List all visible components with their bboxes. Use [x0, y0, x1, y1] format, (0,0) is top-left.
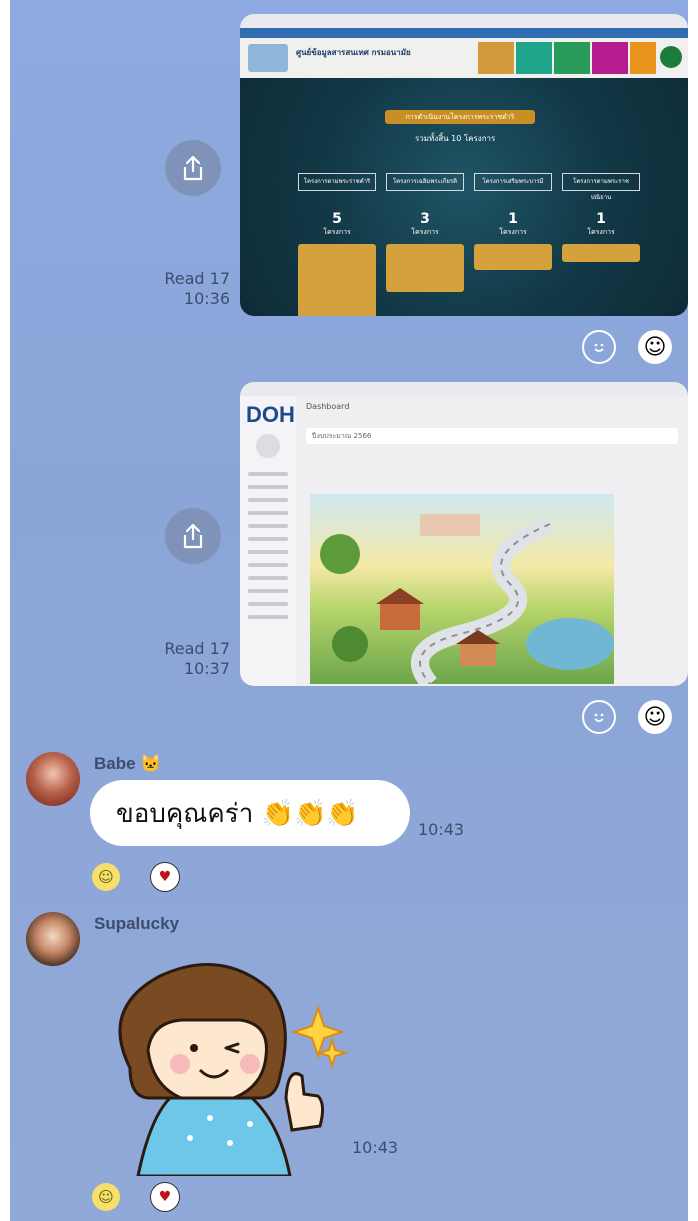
village-illustration	[320, 514, 614, 686]
header-tile	[478, 42, 514, 74]
sidebar-menu-item[interactable]	[248, 563, 288, 567]
sidebar-menu-item[interactable]	[248, 472, 288, 476]
smile-icon	[594, 713, 604, 722]
shared-image-2[interactable]: DOH Dashboard ปีงบประมาณ 2566	[240, 382, 688, 686]
reaction-row: ☺ ♥	[92, 862, 180, 892]
column-count: 1	[508, 211, 518, 227]
project-total: รวมทั้งสิ้น 10 โครงการ	[415, 134, 496, 143]
read-status: Read 17 10:37	[140, 639, 230, 679]
sidebar-menu-item[interactable]	[248, 498, 288, 502]
frame-edge-right	[688, 0, 698, 1221]
sidebar-menu-item[interactable]	[248, 550, 288, 554]
message-text: ขอบคุณคร่า 👏👏👏	[116, 798, 359, 829]
message-bubble[interactable]: ขอบคุณคร่า 👏👏👏	[90, 780, 410, 846]
dashboard-title: Dashboard	[306, 402, 350, 411]
smile-reaction-icon[interactable]: ☺	[92, 1183, 120, 1211]
health-illustration	[310, 494, 614, 686]
dashboard-banner: การดำเนินงานโครงการพระราชดำริ	[385, 110, 535, 124]
column-label: โครงการเฉลิมพระเกียรติ	[386, 173, 464, 191]
column-count: 5	[332, 211, 342, 227]
sidebar-menu-item[interactable]	[248, 485, 288, 489]
ministry-logo	[660, 46, 682, 68]
browser-bar	[240, 14, 688, 28]
sidebar-menu-item[interactable]	[248, 615, 288, 619]
dashboard-body: การดำเนินงานโครงการพระราชดำริ รวมทั้งสิ้…	[240, 78, 688, 316]
reaction-sticker-icon[interactable]: ☺	[638, 330, 672, 364]
reaction-row: ☺ ♥	[92, 1182, 180, 1212]
read-status: Read 17 10:36	[140, 269, 230, 309]
sidebar-menu-item[interactable]	[248, 511, 288, 515]
chat-area: Read 17 10:36 ศูนย์ข้อมูลสารสนเทศ กรมอนา…	[10, 0, 688, 1221]
year-select[interactable]: ปีงบประมาณ 2566	[306, 428, 678, 444]
smile-reaction-icon[interactable]: ☺	[92, 863, 120, 891]
column-label: โครงการตามพระราชดำริ	[298, 173, 376, 191]
header-tile	[592, 42, 628, 74]
column-label: โครงการตามพระราชปณิธาน	[562, 173, 640, 201]
column-count: 1	[596, 211, 606, 227]
smile-reaction-button[interactable]	[582, 700, 616, 734]
project-column: โครงการตามพระราชปณิธาน 1 โครงการ	[562, 173, 640, 262]
tongue-reaction-icon[interactable]: ♥	[150, 1182, 180, 1212]
sidebar-menu-item[interactable]	[248, 589, 288, 593]
site-nav	[240, 28, 688, 38]
browser-bar	[240, 382, 688, 396]
site-header: ศูนย์ข้อมูลสารสนเทศ กรมอนามัย	[240, 38, 688, 78]
project-column: โครงการตามพระราชดำริ 5 โครงการ	[298, 173, 376, 316]
header-tile	[554, 42, 590, 74]
message-time: 10:43	[418, 820, 465, 839]
avatar-placeholder	[256, 434, 280, 458]
doh-logo: DOH	[246, 402, 295, 427]
smile-reaction-button[interactable]	[582, 330, 616, 364]
message-time: 10:37	[183, 659, 230, 678]
avatar-supalucky[interactable]	[26, 912, 80, 966]
header-tile	[630, 42, 656, 74]
sidebar-menu-item[interactable]	[248, 576, 288, 580]
column-unit: โครงการ	[499, 228, 527, 236]
share-button[interactable]	[165, 140, 221, 196]
shared-image-1[interactable]: ศูนย์ข้อมูลสารสนเทศ กรมอนามัย การดำเนินง…	[240, 14, 688, 316]
header-tile	[516, 42, 552, 74]
column-count: 3	[420, 211, 430, 227]
frame-edge-left	[0, 0, 10, 1221]
column-unit: โครงการ	[323, 228, 351, 236]
column-unit: โครงการ	[411, 228, 439, 236]
site-title: ศูนย์ข้อมูลสารสนเทศ กรมอนามัย	[296, 48, 411, 57]
tongue-reaction-icon[interactable]: ♥	[150, 862, 180, 892]
column-unit: โครงการ	[587, 228, 615, 236]
project-card	[474, 244, 552, 270]
sidebar-menu-item[interactable]	[248, 524, 288, 528]
message-time: 10:36	[183, 289, 230, 308]
reaction-row: ☺	[582, 700, 672, 734]
sidebar-menu-item[interactable]	[248, 602, 288, 606]
reaction-sticker-icon[interactable]: ☺	[638, 700, 672, 734]
sidebar-menu-item[interactable]	[248, 537, 288, 541]
read-label: Read 17	[164, 269, 230, 288]
sender-name: Babe 🐱	[94, 754, 162, 773]
project-card	[386, 244, 464, 292]
read-label: Read 17	[164, 639, 230, 658]
column-label: โครงการเสริมพระบารมี	[474, 173, 552, 191]
sender-name: Supalucky	[94, 914, 180, 933]
share-icon	[183, 155, 203, 181]
project-column: โครงการเฉลิมพระเกียรติ 3 โครงการ	[386, 173, 464, 292]
project-card	[562, 244, 640, 262]
share-button[interactable]	[165, 508, 221, 564]
avatar-babe[interactable]	[26, 752, 80, 806]
project-card	[298, 244, 376, 316]
message-time: 10:43	[352, 1138, 399, 1157]
share-icon	[183, 523, 203, 549]
site-logo	[248, 44, 288, 72]
girl-thumbs-up-sticker[interactable]	[90, 948, 350, 1176]
site-sidebar: DOH	[240, 396, 296, 686]
smile-icon	[594, 343, 604, 352]
project-column: โครงการเสริมพระบารมี 1 โครงการ	[474, 173, 552, 270]
reaction-row: ☺	[582, 330, 672, 364]
